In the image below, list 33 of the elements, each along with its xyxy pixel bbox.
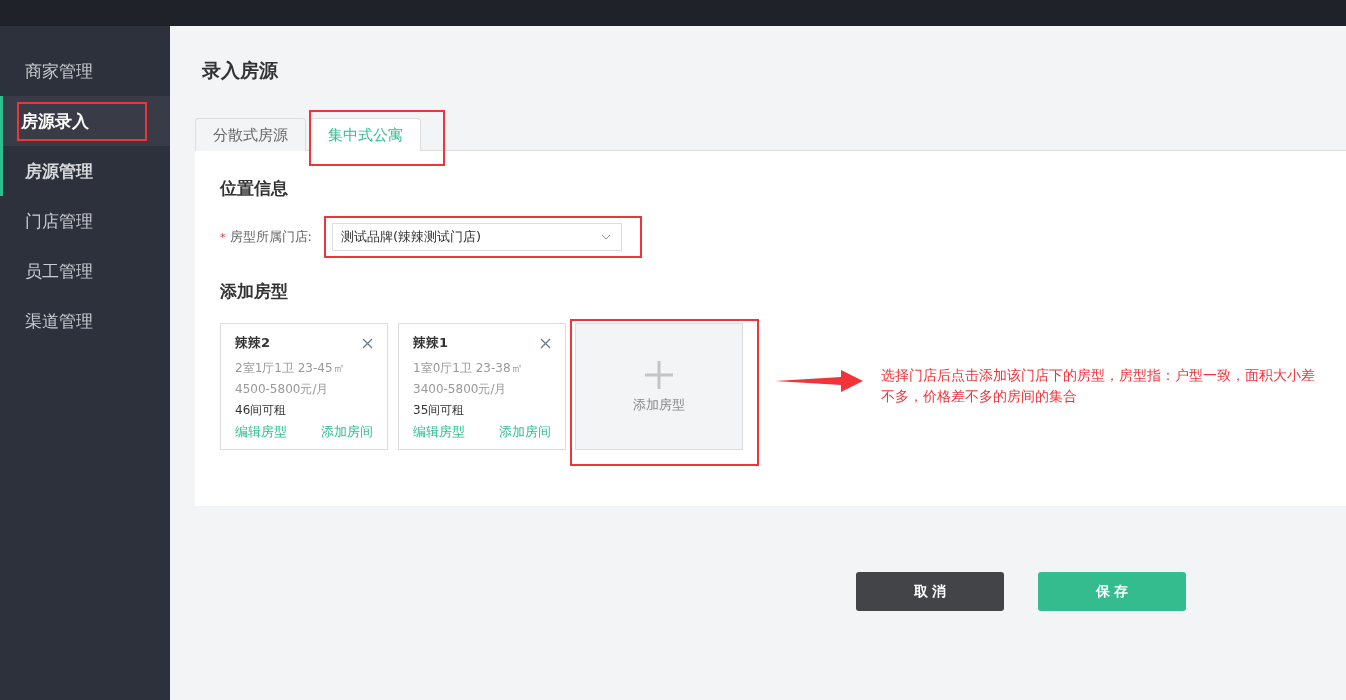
- sidebar-item-label: 房源管理: [24, 159, 94, 183]
- tab[interactable]: 分散式房源: [195, 118, 306, 151]
- room-price: 4500-5800元/月: [235, 381, 330, 398]
- room-layout: 1室0厅1卫 23-38㎡: [413, 360, 524, 377]
- plus-icon: [644, 359, 674, 390]
- room-type-name: 辣辣1: [413, 334, 449, 352]
- sidebar-item[interactable]: 渠道管理: [0, 296, 170, 346]
- sidebar-item[interactable]: 门店管理: [0, 196, 170, 246]
- close-icon[interactable]: [540, 337, 551, 349]
- sidebar-item-label: 渠道管理: [24, 309, 94, 333]
- sidebar-item-label: 门店管理: [24, 209, 94, 233]
- store-select[interactable]: 测试品牌(辣辣测试门店): [331, 223, 622, 251]
- annotation-text: 选择门店后点击添加该门店下的房型，房型指：户型一致，面积大小差不多，价格差不多的房间的集合: [881, 366, 1316, 406]
- cancel-button[interactable]: 取 消: [856, 572, 1004, 611]
- sidebar-item-label: 房源录入: [17, 101, 147, 141]
- section-heading: 添加房型: [220, 280, 289, 303]
- close-icon[interactable]: [362, 337, 373, 349]
- required-mark: *: [220, 230, 226, 244]
- room-layout: 2室1厅1卫 23-45㎡: [235, 360, 346, 377]
- room-type-name: 辣辣2: [235, 334, 271, 352]
- sidebar-item[interactable]: 商家管理: [0, 46, 170, 96]
- available-count: 46间可租: [235, 402, 288, 419]
- sidebar-item[interactable]: 员工管理: [0, 246, 170, 296]
- section-heading: 位置信息: [220, 177, 289, 200]
- field-label: 房型所属门店:: [229, 228, 312, 246]
- page-title: 录入房源: [202, 58, 279, 83]
- sidebar-item-label: 员工管理: [24, 259, 94, 283]
- sidebar-item[interactable]: 房源录入: [0, 96, 170, 146]
- available-count: 35间可租: [413, 402, 466, 419]
- sidebar-item-label: 商家管理: [24, 59, 94, 83]
- chevron-down-icon: [600, 234, 611, 240]
- room-price: 3400-5800元/月: [413, 381, 508, 398]
- sidebar-item[interactable]: 房源管理: [0, 146, 170, 196]
